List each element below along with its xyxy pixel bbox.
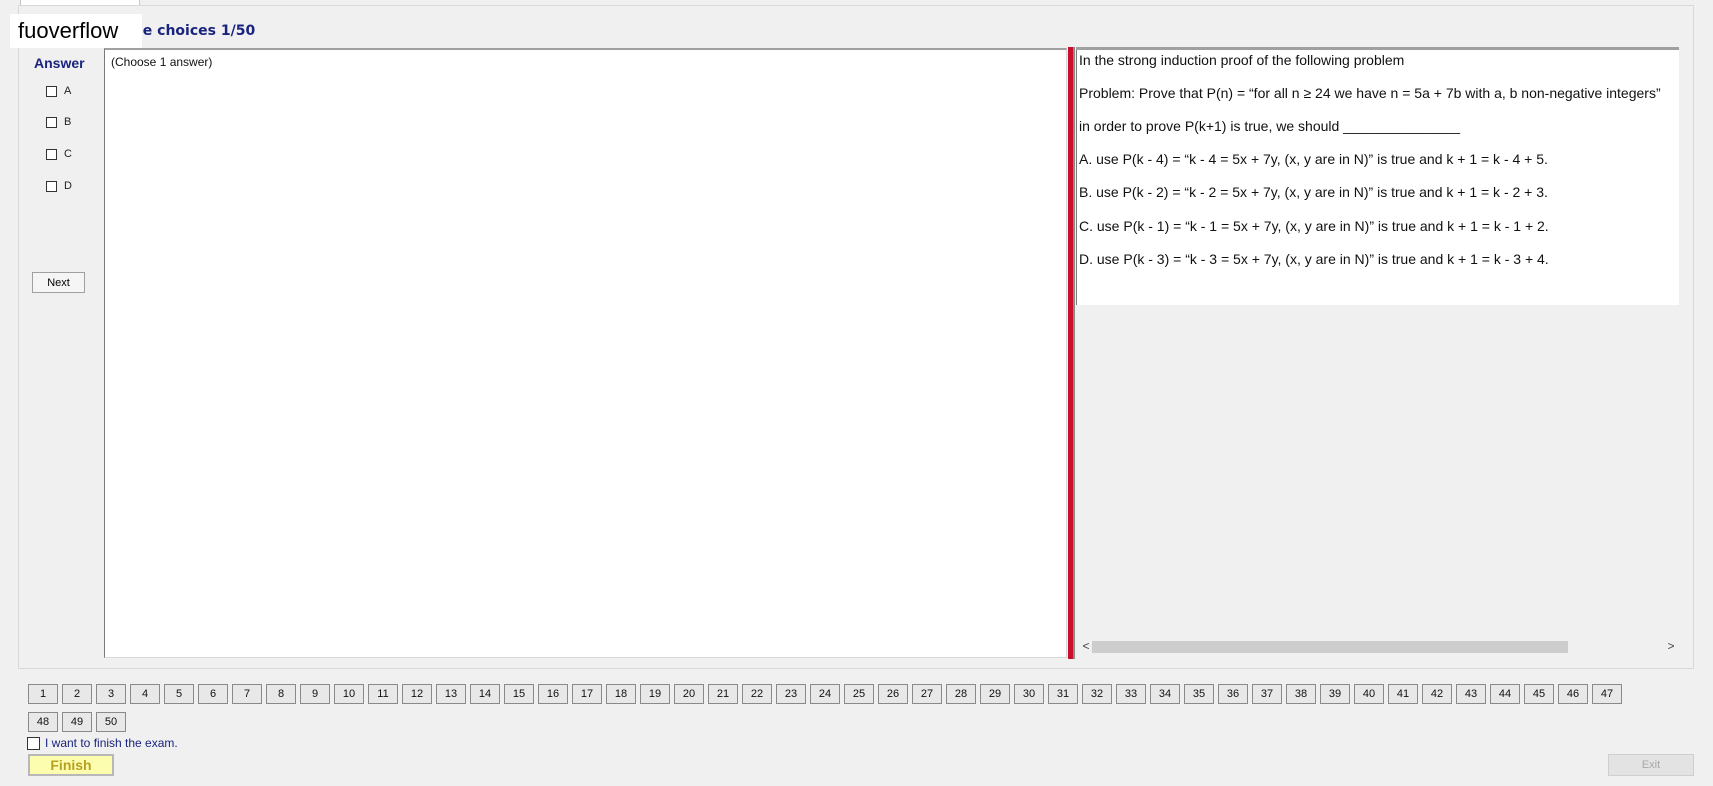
- question-number-button[interactable]: 23: [776, 684, 806, 704]
- option-d-checkbox[interactable]: [46, 180, 57, 192]
- question-number-button[interactable]: 7: [232, 684, 262, 704]
- question-number-button[interactable]: 43: [1456, 684, 1486, 704]
- question-number-button[interactable]: 5: [164, 684, 194, 704]
- question-number-button[interactable]: 24: [810, 684, 840, 704]
- question-option-b: B. use P(k - 2) = “k - 2 = 5x + 7y, (x, …: [1079, 184, 1548, 200]
- finish-confirm-row[interactable]: I want to finish the exam.: [27, 736, 178, 750]
- question-number-button[interactable]: 20: [674, 684, 704, 704]
- question-number-button[interactable]: 33: [1116, 684, 1146, 704]
- horizontal-scrollbar[interactable]: < >: [1078, 638, 1679, 655]
- question-number-button[interactable]: 44: [1490, 684, 1520, 704]
- question-number-button[interactable]: 42: [1422, 684, 1452, 704]
- finish-confirm-checkbox[interactable]: [27, 736, 40, 750]
- question-content: In the strong induction proof of the fol…: [1076, 50, 1679, 305]
- question-number-button[interactable]: 32: [1082, 684, 1112, 704]
- question-number-button[interactable]: 8: [266, 684, 296, 704]
- answer-label: Answer: [34, 55, 85, 71]
- question-number-button[interactable]: 39: [1320, 684, 1350, 704]
- question-number-button[interactable]: 45: [1524, 684, 1554, 704]
- question-number-button[interactable]: 16: [538, 684, 568, 704]
- option-b-checkbox[interactable]: [46, 116, 57, 128]
- answer-area[interactable]: (Choose 1 answer): [104, 48, 1067, 658]
- question-option-c: C. use P(k - 1) = “k - 1 = 5x + 7y, (x, …: [1079, 218, 1549, 234]
- question-number-button[interactable]: 2: [62, 684, 92, 704]
- question-number-button[interactable]: 14: [470, 684, 500, 704]
- question-number-button[interactable]: 26: [878, 684, 908, 704]
- question-number-button[interactable]: 3: [96, 684, 126, 704]
- option-c-label: C: [64, 148, 72, 160]
- question-number-button[interactable]: 30: [1014, 684, 1044, 704]
- question-number-button[interactable]: 36: [1218, 684, 1248, 704]
- next-button[interactable]: Next: [32, 272, 85, 293]
- panel-divider-shadow: [1073, 47, 1075, 659]
- question-line-1: In the strong induction proof of the fol…: [1079, 52, 1405, 68]
- question-number-button[interactable]: 46: [1558, 684, 1588, 704]
- question-number-button[interactable]: 41: [1388, 684, 1418, 704]
- option-d[interactable]: D: [46, 178, 72, 194]
- question-number-button[interactable]: 31: [1048, 684, 1078, 704]
- question-number-button[interactable]: 4: [130, 684, 160, 704]
- question-number-button[interactable]: 34: [1150, 684, 1180, 704]
- question-number-button[interactable]: 10: [334, 684, 364, 704]
- option-b-label: B: [64, 116, 72, 128]
- answer-hint: (Choose 1 answer): [111, 55, 213, 69]
- question-number-button[interactable]: 40: [1354, 684, 1384, 704]
- question-number-button[interactable]: 25: [844, 684, 874, 704]
- option-c[interactable]: C: [46, 146, 72, 162]
- question-number-button[interactable]: 37: [1252, 684, 1282, 704]
- option-a-label: A: [64, 85, 72, 97]
- question-number-button[interactable]: 27: [912, 684, 942, 704]
- question-number-button[interactable]: 47: [1592, 684, 1622, 704]
- question-number-button[interactable]: 17: [572, 684, 602, 704]
- question-number-button[interactable]: 13: [436, 684, 466, 704]
- question-line-2: Problem: Prove that P(n) = “for all n ≥ …: [1079, 85, 1661, 101]
- scroll-right-icon[interactable]: >: [1663, 638, 1679, 655]
- question-number-button[interactable]: 48: [28, 712, 58, 732]
- question-number-button[interactable]: 38: [1286, 684, 1316, 704]
- option-a[interactable]: A: [46, 83, 71, 99]
- question-line-3: in order to prove P(k+1) is true, we sho…: [1079, 118, 1460, 134]
- question-number-button[interactable]: 50: [96, 712, 126, 732]
- finish-button[interactable]: Finish: [28, 754, 114, 776]
- question-number-button[interactable]: 18: [606, 684, 636, 704]
- question-number-button[interactable]: 9: [300, 684, 330, 704]
- question-panel: In the strong induction proof of the fol…: [1076, 47, 1679, 659]
- option-c-checkbox[interactable]: [46, 148, 57, 160]
- question-number-button[interactable]: 1: [28, 684, 58, 704]
- question-number-button[interactable]: 19: [640, 684, 670, 704]
- question-number-button[interactable]: 29: [980, 684, 1010, 704]
- option-d-label: D: [64, 180, 72, 192]
- question-number-button[interactable]: 28: [946, 684, 976, 704]
- question-number-button[interactable]: 21: [708, 684, 738, 704]
- finish-confirm-label: I want to finish the exam.: [45, 736, 178, 750]
- option-b[interactable]: B: [46, 114, 71, 130]
- watermark: fuoverflow: [10, 14, 142, 48]
- question-number-button[interactable]: 22: [742, 684, 772, 704]
- option-a-checkbox[interactable]: [46, 85, 57, 97]
- question-number-button[interactable]: 35: [1184, 684, 1214, 704]
- question-number-button[interactable]: 49: [62, 712, 92, 732]
- exit-button[interactable]: Exit: [1608, 754, 1694, 776]
- question-option-a: A. use P(k - 4) = “k - 4 = 5x + 7y, (x, …: [1079, 151, 1548, 167]
- section-title: le choices 1/50: [138, 23, 256, 39]
- question-number-button[interactable]: 6: [198, 684, 228, 704]
- question-number-button[interactable]: 15: [504, 684, 534, 704]
- question-number-button[interactable]: 11: [368, 684, 398, 704]
- question-option-d: D. use P(k - 3) = “k - 3 = 5x + 7y, (x, …: [1079, 251, 1549, 267]
- question-number-button[interactable]: 12: [402, 684, 432, 704]
- scrollbar-thumb[interactable]: [1092, 641, 1568, 653]
